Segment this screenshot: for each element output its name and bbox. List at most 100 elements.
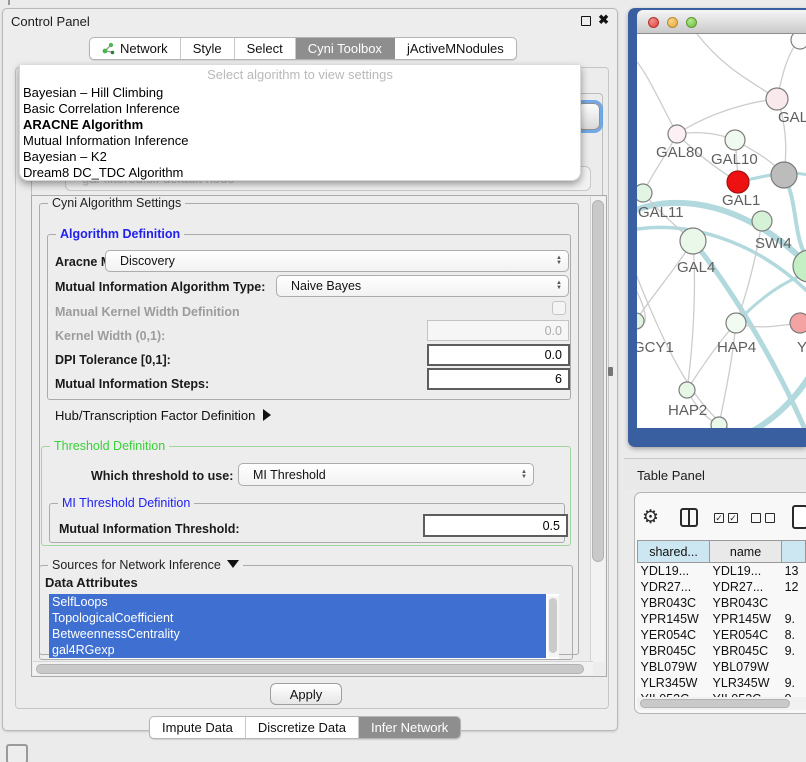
table-cell[interactable]: YBR043C xyxy=(710,595,782,611)
tab-cyni-toolbox[interactable]: Cyni Toolbox xyxy=(296,38,395,59)
table-horizontal-scrollbar-thumb[interactable] xyxy=(640,699,790,708)
node-hap4[interactable] xyxy=(726,313,746,333)
tab-style[interactable]: Style xyxy=(181,38,235,59)
table-cell[interactable]: YLR345W xyxy=(638,675,710,691)
tab-jactivemnodules[interactable]: jActiveMNodules xyxy=(395,38,516,59)
table-cell[interactable]: YBL079W xyxy=(638,659,710,675)
algorithm-option[interactable]: Dream8 DC_TDC Algorithm xyxy=(20,165,580,181)
gear-icon[interactable]: ⚙ xyxy=(642,506,659,529)
horizontal-scrollbar-thumb[interactable] xyxy=(36,664,584,674)
network-canvas[interactable]: GAL GAL80 GAL10 GAL1 GAL11 SWI4 GAL4 GCY… xyxy=(637,34,806,428)
table-cell[interactable] xyxy=(782,659,806,675)
table-row[interactable]: YER054CYER054C8. xyxy=(638,627,806,643)
list-scrollbar-thumb[interactable] xyxy=(549,598,557,653)
table-cell[interactable]: YDR27... xyxy=(710,579,782,595)
algorithm-option[interactable]: Mutual Information Inference xyxy=(20,133,580,149)
table-cell[interactable]: YPR145W xyxy=(638,611,710,627)
close-traffic-light-icon[interactable] xyxy=(648,17,659,28)
float-window-icon[interactable] xyxy=(581,16,591,26)
algorithm-option[interactable]: ARACNE Algorithm xyxy=(20,117,580,133)
apply-button[interactable]: Apply xyxy=(270,683,342,705)
unchecked-box-icon[interactable] xyxy=(765,513,775,523)
node-gal4[interactable] xyxy=(680,228,706,254)
table-cell[interactable]: 13 xyxy=(782,563,806,579)
table-cell[interactable] xyxy=(782,595,806,611)
tab-discretize-data[interactable]: Discretize Data xyxy=(246,717,359,738)
table-cell[interactable]: 9. xyxy=(782,675,806,691)
column-pane-icon[interactable] xyxy=(680,508,698,527)
table-cell[interactable]: YBR045C xyxy=(638,643,710,659)
manual-kernel-checkbox[interactable] xyxy=(552,301,566,315)
network-nodes[interactable] xyxy=(637,34,806,428)
table-row[interactable]: YLR345WYLR345W9. xyxy=(638,675,806,691)
sources-group-title[interactable]: Sources for Network Inference xyxy=(48,558,243,572)
algorithm-option[interactable]: Bayesian – K2 xyxy=(20,149,580,165)
node-gal1[interactable] xyxy=(752,211,772,231)
hub-definition-toggle[interactable]: Hub/Transcription Factor Definition xyxy=(55,408,271,423)
table-cell[interactable]: YBR043C xyxy=(638,595,710,611)
node-salmon[interactable] xyxy=(790,313,806,333)
node-hap2[interactable] xyxy=(679,382,695,398)
table-row[interactable]: YBR043CYBR043C xyxy=(638,595,806,611)
tab-network[interactable]: Network xyxy=(90,38,181,59)
node-selected-red[interactable] xyxy=(727,171,749,193)
node-partial-bottom[interactable] xyxy=(711,417,727,428)
column-header-partial[interactable] xyxy=(782,541,806,563)
horizontal-scrollbar[interactable] xyxy=(33,661,593,675)
vertical-scrollbar-thumb[interactable] xyxy=(592,200,604,562)
mi-type-combo[interactable]: Naive Bayes ▲▼ xyxy=(276,275,569,297)
table-cell[interactable]: YDL19... xyxy=(710,563,782,579)
table-cell[interactable]: YER054C xyxy=(638,627,710,643)
panel-splitter-handle[interactable] xyxy=(608,367,613,376)
table-horizontal-scrollbar[interactable] xyxy=(637,697,806,710)
table-cell[interactable]: YDL19... xyxy=(638,563,710,579)
data-attribute-item[interactable]: BetweennessCentrality xyxy=(49,626,546,642)
table-cell[interactable]: 12 xyxy=(782,579,806,595)
which-threshold-combo[interactable]: MI Threshold ▲▼ xyxy=(238,463,534,486)
zoom-traffic-light-icon[interactable] xyxy=(686,17,697,28)
document-icon[interactable] xyxy=(792,505,806,529)
checked-box-icon[interactable]: ✓ xyxy=(728,513,738,523)
network-window-titlebar[interactable] xyxy=(637,10,806,34)
table-cell[interactable]: 9. xyxy=(782,643,806,659)
node-partial-top[interactable] xyxy=(791,34,806,49)
node-gal80[interactable] xyxy=(668,125,686,143)
table-cell[interactable]: YPR145W xyxy=(710,611,782,627)
minimize-traffic-light-icon[interactable] xyxy=(667,17,678,28)
table-row[interactable]: YBR045CYBR045C9. xyxy=(638,643,806,659)
table-cell[interactable]: YBR045C xyxy=(710,643,782,659)
aracne-mode-combo[interactable]: Discovery ▲▼ xyxy=(105,250,569,272)
table-row[interactable]: YDL19...YDL19...13 xyxy=(638,563,806,579)
unchecked-box-icon[interactable] xyxy=(751,513,761,523)
checked-box-icon[interactable]: ✓ xyxy=(714,513,724,523)
table-row[interactable]: YPR145WYPR145W9. xyxy=(638,611,806,627)
algorithm-option[interactable]: Basic Correlation Inference xyxy=(20,101,580,117)
table-cell[interactable]: YLR345W xyxy=(710,675,782,691)
table-cell[interactable]: YBL079W xyxy=(710,659,782,675)
table-cell[interactable]: 8. xyxy=(782,627,806,643)
data-attribute-item[interactable]: TopologicalCoefficient xyxy=(49,610,546,626)
mi-threshold-field[interactable]: 0.5 xyxy=(423,514,568,537)
table-row[interactable]: YDR27...YDR27...12 xyxy=(638,579,806,595)
dpi-tolerance-field[interactable]: 0.0 xyxy=(427,344,570,366)
table-cell[interactable]: YER054C xyxy=(710,627,782,643)
minimized-panel-icon[interactable] xyxy=(6,744,28,762)
node-gray[interactable] xyxy=(771,162,797,188)
node-table[interactable]: shared... name YDL19...YDL19...13YDR27..… xyxy=(637,540,806,707)
data-attribute-item[interactable]: SelfLoops xyxy=(49,594,546,610)
table-row[interactable]: YBL079WYBL079W xyxy=(638,659,806,675)
tab-infer-network[interactable]: Infer Network xyxy=(359,717,460,738)
node-gcy1[interactable] xyxy=(637,313,644,329)
vertical-scrollbar[interactable] xyxy=(590,197,605,662)
close-icon[interactable]: ✖ xyxy=(598,12,609,28)
column-header-shared-name[interactable]: shared... xyxy=(638,541,710,563)
table-cell[interactable]: YDR27... xyxy=(638,579,710,595)
mi-steps-field[interactable]: 6 xyxy=(427,368,570,390)
tab-select[interactable]: Select xyxy=(235,38,296,59)
tab-impute-data[interactable]: Impute Data xyxy=(150,717,246,738)
column-header-name[interactable]: name xyxy=(710,541,782,563)
list-scrollbar[interactable] xyxy=(548,596,559,657)
algorithm-option[interactable]: Bayesian – Hill Climbing xyxy=(20,85,580,101)
data-attribute-item[interactable]: gal4RGexp xyxy=(49,642,546,658)
node-gal7[interactable] xyxy=(766,88,788,110)
